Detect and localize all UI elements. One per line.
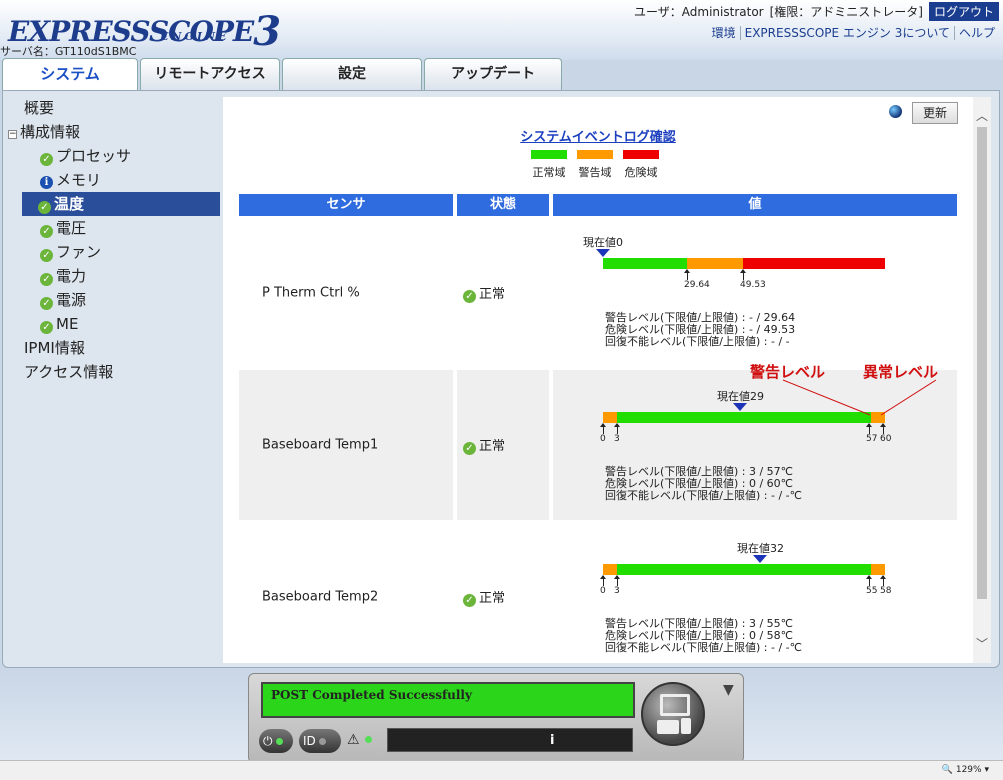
tab-remote-access[interactable]: リモートアクセス bbox=[140, 58, 280, 90]
sidebar-item-config[interactable]: − 構成情報 bbox=[8, 120, 220, 144]
remote-console-button[interactable] bbox=[641, 682, 705, 746]
keyboard-icon bbox=[657, 720, 679, 734]
user-name: ユーザ：Administrator bbox=[634, 5, 764, 19]
sidebar-item-ipmi[interactable]: IPMI情報 bbox=[8, 336, 220, 360]
scroll-down-icon[interactable]: ﹀ bbox=[976, 635, 988, 652]
status-display: i bbox=[387, 728, 633, 752]
main-content: 更新 システムイベントログ確認 正常域 警告域 危険域 センサ 状態 値 P T… bbox=[223, 97, 973, 663]
sidebar-item-me[interactable]: ✓ ME bbox=[8, 312, 220, 336]
sidebar-item-memory[interactable]: i メモリ bbox=[8, 168, 220, 192]
sidebar-item-fan[interactable]: ✓ ファン bbox=[8, 240, 220, 264]
tab-system[interactable]: システム bbox=[2, 58, 138, 92]
power-icon: ⏻ bbox=[263, 734, 273, 748]
sidebar-nav: 概要 − 構成情報 ✓ プロセッサ i メモリ ✓ 温度 ✓ 電圧 ✓ ファン ✓ 電力 ✓ 電… bbox=[8, 96, 220, 384]
collapse-icon[interactable]: − bbox=[8, 130, 17, 139]
check-icon: ✓ bbox=[40, 249, 53, 262]
check-icon: ✓ bbox=[40, 321, 53, 334]
server-control-panel: POST Completed Successfully ⏻ ID ⚠ i ▼ bbox=[248, 673, 744, 763]
sidebar-item-overview[interactable]: 概要 bbox=[8, 96, 220, 120]
check-icon: ✓ bbox=[40, 225, 53, 238]
warning-icon: ⚠ bbox=[347, 732, 360, 748]
logout-button[interactable]: ログアウト bbox=[928, 2, 999, 21]
server-name: サーバ名：GT110dS1BMC bbox=[0, 45, 137, 58]
zoom-icon: 🔍 bbox=[941, 765, 953, 775]
sidebar-item-psu[interactable]: ✓ 電源 bbox=[8, 288, 220, 312]
check-icon: ✓ bbox=[40, 273, 53, 286]
header: EXPRESSSCOPE3 ENGINE ユーザ：Administrator [… bbox=[0, 0, 1003, 60]
user-role: [権限：アドミニストレータ] bbox=[769, 5, 923, 19]
info-icon: i bbox=[40, 176, 53, 189]
about-link[interactable]: EXPRESSSCOPE エンジン 3について bbox=[739, 26, 954, 40]
lcd-display: POST Completed Successfully bbox=[261, 682, 635, 718]
scroll-thumb[interactable] bbox=[977, 127, 987, 599]
id-button[interactable]: ID bbox=[299, 729, 341, 753]
check-icon: ✓ bbox=[40, 153, 53, 166]
user-info: ユーザ：Administrator [権限：アドミニストレータ] ログアウト bbox=[634, 2, 999, 21]
check-icon: ✓ bbox=[38, 201, 51, 214]
collapse-panel-icon[interactable]: ▼ bbox=[723, 682, 734, 698]
status-led-icon bbox=[365, 736, 372, 743]
mouse-icon bbox=[681, 718, 691, 734]
browser-statusbar: 🔍 129% ▾ bbox=[0, 760, 1003, 780]
id-led-icon bbox=[318, 738, 326, 745]
zoom-dropdown-icon[interactable]: ▾ bbox=[984, 765, 989, 775]
sidebar-item-access[interactable]: アクセス情報 bbox=[8, 360, 220, 384]
sidebar-item-processor[interactable]: ✓ プロセッサ bbox=[8, 144, 220, 168]
main-tabs: システム リモートアクセス 設定 アップデート bbox=[0, 58, 1003, 92]
header-links: 環境 EXPRESSSCOPE エンジン 3について ヘルプ bbox=[708, 24, 999, 41]
zoom-level[interactable]: 129% bbox=[956, 765, 982, 775]
power-led-icon bbox=[275, 738, 283, 745]
scroll-up-icon[interactable]: ︿ bbox=[976, 107, 988, 124]
tab-update[interactable]: アップデート bbox=[424, 58, 562, 90]
sidebar-item-voltage[interactable]: ✓ 電圧 bbox=[8, 216, 220, 240]
monitor-icon bbox=[660, 694, 690, 716]
sidebar-item-power[interactable]: ✓ 電力 bbox=[8, 264, 220, 288]
environment-link[interactable]: 環境 bbox=[708, 26, 740, 40]
info-icon: i bbox=[550, 733, 555, 748]
help-link[interactable]: ヘルプ bbox=[953, 26, 999, 40]
power-button[interactable]: ⏻ bbox=[259, 729, 293, 753]
check-icon: ✓ bbox=[40, 297, 53, 310]
tab-settings[interactable]: 設定 bbox=[282, 58, 422, 90]
sidebar-item-temperature[interactable]: ✓ 温度 bbox=[22, 192, 220, 216]
vertical-scrollbar[interactable]: ︿ ﹀ bbox=[973, 97, 991, 663]
annotation-lines bbox=[782, 379, 937, 416]
